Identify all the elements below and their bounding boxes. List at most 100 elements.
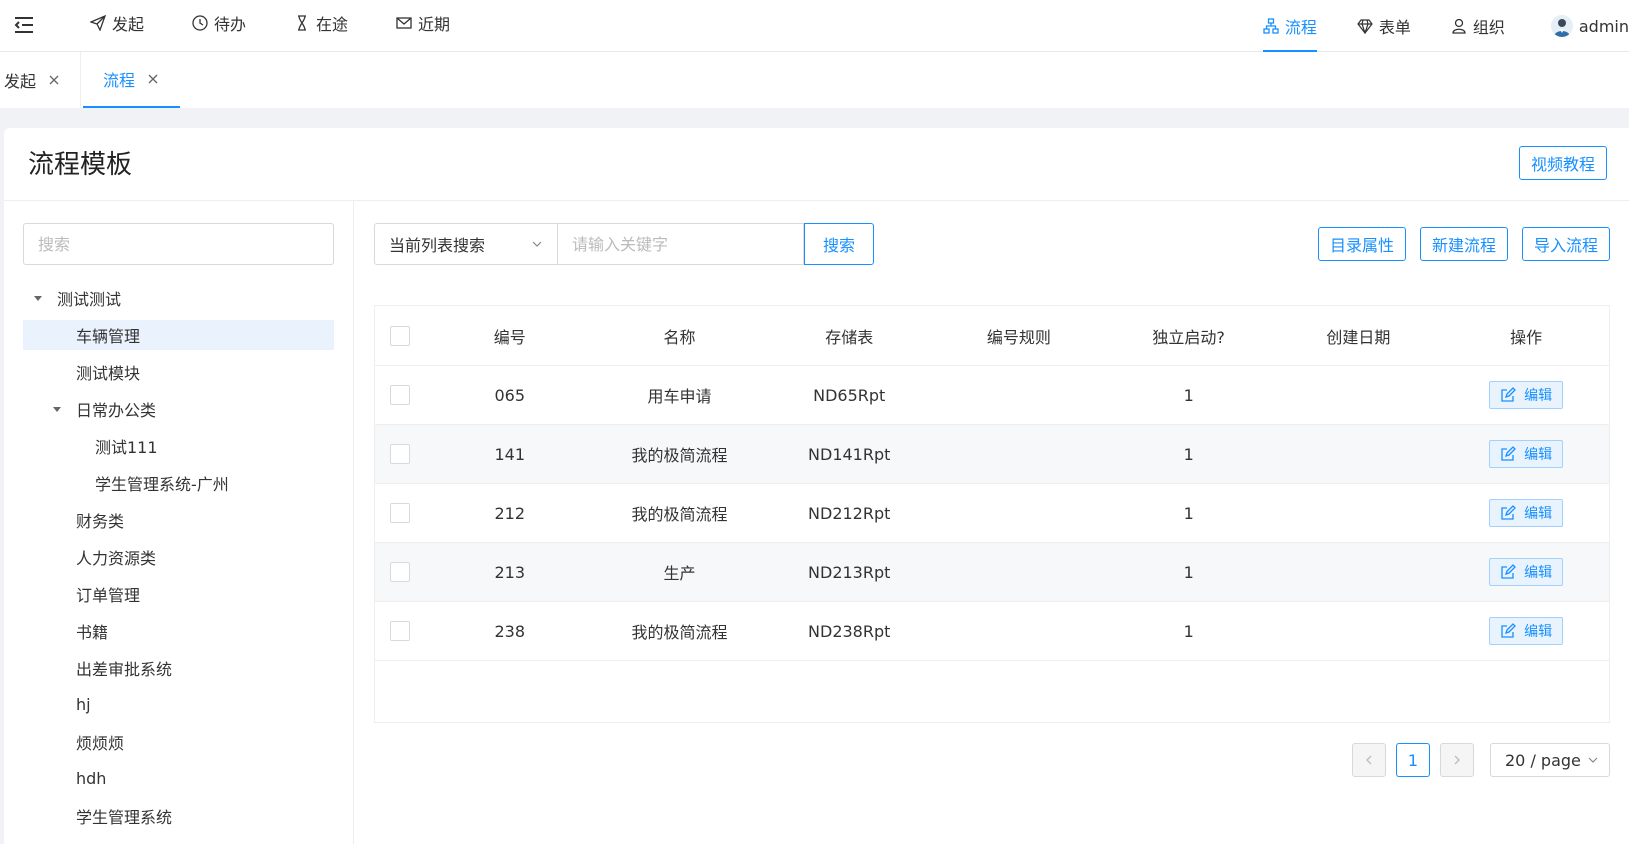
tree-node[interactable]: 财务类 <box>23 501 334 538</box>
row-checkbox[interactable] <box>389 385 410 405</box>
prev-page-button[interactable] <box>1352 743 1386 777</box>
tree-node[interactable]: 车辆管理 <box>23 320 334 350</box>
page-size-value: 20 / page <box>1505 750 1581 770</box>
close-icon[interactable] <box>48 74 60 86</box>
edit-icon <box>1500 446 1517 462</box>
tree-node[interactable]: 测试测试 <box>23 279 334 316</box>
new-flow-button[interactable]: 新建流程 <box>1419 227 1508 261</box>
row-checkbox[interactable] <box>389 562 410 582</box>
pagination: 1 20 / page <box>1352 743 1610 777</box>
nav-org[interactable]: 组织 <box>1451 0 1505 52</box>
directory-properties-button[interactable]: 目录属性 <box>1317 227 1406 261</box>
cell-name: 用车申请 <box>647 387 712 406</box>
nav-todo[interactable]: 待办 <box>192 0 246 46</box>
cell-name: 我的极简流程 <box>631 505 728 524</box>
cell-independent: 1 <box>1183 562 1194 582</box>
tree-node[interactable]: 测试111 <box>23 427 334 464</box>
col-header-name[interactable]: 名称 <box>595 324 765 348</box>
next-page-button[interactable] <box>1440 743 1474 777</box>
search-button[interactable]: 搜索 <box>804 223 874 265</box>
tree-node[interactable]: 学生管理系统 <box>23 797 334 834</box>
edit-button[interactable]: 编辑 <box>1489 440 1564 468</box>
tree-node[interactable]: 烦烦烦 <box>23 723 334 760</box>
tree-node[interactable]: 测试模块 <box>23 353 334 390</box>
tree-node[interactable]: 人力资源类 <box>23 538 334 575</box>
caret-down-icon[interactable] <box>52 404 62 414</box>
main-card: 流程模板 视频教程 测试测试车辆管理测试模块日常办公类测试111 学生管理系统-广… <box>4 128 1629 844</box>
flow-list-panel: 当前列表搜索 搜索 目录属性 新建流程 导入流程 编号 名称 存储表 编号规则 … <box>374 201 1610 844</box>
cell-independent: 1 <box>1183 444 1194 464</box>
flowchart-icon <box>1263 18 1279 34</box>
tab-divider <box>80 52 81 108</box>
table-body: 065 用车申请 ND65Rpt 1 编辑 141 我的极简流程 ND141Rpt 1 编辑 212… <box>375 366 1609 661</box>
clock-icon <box>192 15 208 31</box>
select-all-cell <box>375 325 425 346</box>
nav-flow[interactable]: 流程 <box>1262 0 1317 52</box>
tab-send[interactable]: 发起 <box>4 52 60 108</box>
nav-send[interactable]: 发起 <box>90 0 144 46</box>
row-checkbox[interactable] <box>389 503 410 523</box>
col-header-table[interactable]: 存储表 <box>764 324 934 348</box>
nav-form[interactable]: 表单 <box>1357 0 1411 52</box>
import-flow-button[interactable]: 导入流程 <box>1521 227 1610 261</box>
table-row: 065 用车申请 ND65Rpt 1 编辑 <box>375 366 1609 425</box>
col-header-independent[interactable]: 独立启动? <box>1104 324 1274 348</box>
nav-recent[interactable]: 近期 <box>396 0 450 46</box>
tree-node[interactable]: 学生管理系统-广州 <box>23 464 334 501</box>
table-row: 212 我的极简流程 ND212Rpt 1 编辑 <box>375 484 1609 543</box>
cell-name: 我的极简流程 <box>631 446 728 465</box>
tree-node-label: 订单管理 <box>76 585 141 605</box>
tree-node[interactable]: 日常办公类 <box>23 390 334 427</box>
row-select-cell <box>375 503 425 523</box>
col-header-no[interactable]: 编号 <box>425 324 595 348</box>
tab-flow[interactable]: 流程 <box>83 52 180 108</box>
tree-node[interactable]: hj <box>23 686 334 723</box>
caret-down-icon[interactable] <box>33 293 43 303</box>
row-select-cell <box>375 621 425 641</box>
col-header-rule[interactable]: 编号规则 <box>934 324 1104 348</box>
page-number-button[interactable]: 1 <box>1396 743 1430 777</box>
cell-table: ND65Rpt <box>813 385 886 405</box>
edit-icon <box>1500 564 1517 580</box>
keyword-input[interactable] <box>558 223 804 265</box>
col-header-date[interactable]: 创建日期 <box>1274 324 1444 348</box>
search-scope-select[interactable]: 当前列表搜索 <box>374 223 558 265</box>
tree-node[interactable]: 书籍 <box>23 612 334 649</box>
cell-independent: 1 <box>1183 385 1194 405</box>
close-icon[interactable] <box>147 73 159 85</box>
tree-node-label: 书籍 <box>76 622 109 642</box>
hourglass-icon <box>294 15 310 31</box>
edit-button[interactable]: 编辑 <box>1489 558 1564 586</box>
nav-inprogress[interactable]: 在途 <box>294 0 348 46</box>
tree-node[interactable]: hdh <box>23 760 334 797</box>
edit-button[interactable]: 编辑 <box>1489 499 1564 527</box>
tree-node-label: 测试测试 <box>57 289 122 309</box>
select-all-checkbox[interactable] <box>389 325 410 346</box>
cell-name: 生产 <box>663 564 696 583</box>
cell-actions: 编辑 <box>1443 558 1609 586</box>
edit-button[interactable]: 编辑 <box>1489 381 1564 409</box>
user-menu[interactable]: admin <box>1550 0 1629 52</box>
cell-table: ND212Rpt <box>808 503 891 523</box>
page-size-select[interactable]: 20 / page <box>1490 743 1610 777</box>
tree-node[interactable]: 出差审批系统 <box>23 649 334 686</box>
tree-node-label: 出差审批系统 <box>76 659 173 679</box>
row-select-cell <box>375 385 425 405</box>
edit-label: 编辑 <box>1524 388 1553 404</box>
cell-independent: 1 <box>1183 621 1194 641</box>
category-tree: 测试测试车辆管理测试模块 日常办公类 测试111 学生管理系统-广州 财务类 人力资源类订… <box>23 279 334 834</box>
tab-send-label: 发起 <box>4 72 37 91</box>
avatar <box>1550 15 1573 37</box>
menu-fold-icon[interactable] <box>12 13 36 37</box>
tree-search-input[interactable] <box>23 223 334 265</box>
nav-send-label: 发起 <box>112 15 145 34</box>
edit-label: 编辑 <box>1524 624 1553 640</box>
video-tutorial-button[interactable]: 视频教程 <box>1518 146 1607 180</box>
edit-button[interactable]: 编辑 <box>1489 617 1564 645</box>
tree-node[interactable]: 订单管理 <box>23 575 334 612</box>
row-checkbox[interactable] <box>389 444 410 464</box>
nav-org-label: 组织 <box>1472 18 1505 37</box>
card-header: 流程模板 视频教程 <box>4 128 1629 201</box>
tree-node-label: 车辆管理 <box>76 327 141 346</box>
row-checkbox[interactable] <box>389 621 410 641</box>
